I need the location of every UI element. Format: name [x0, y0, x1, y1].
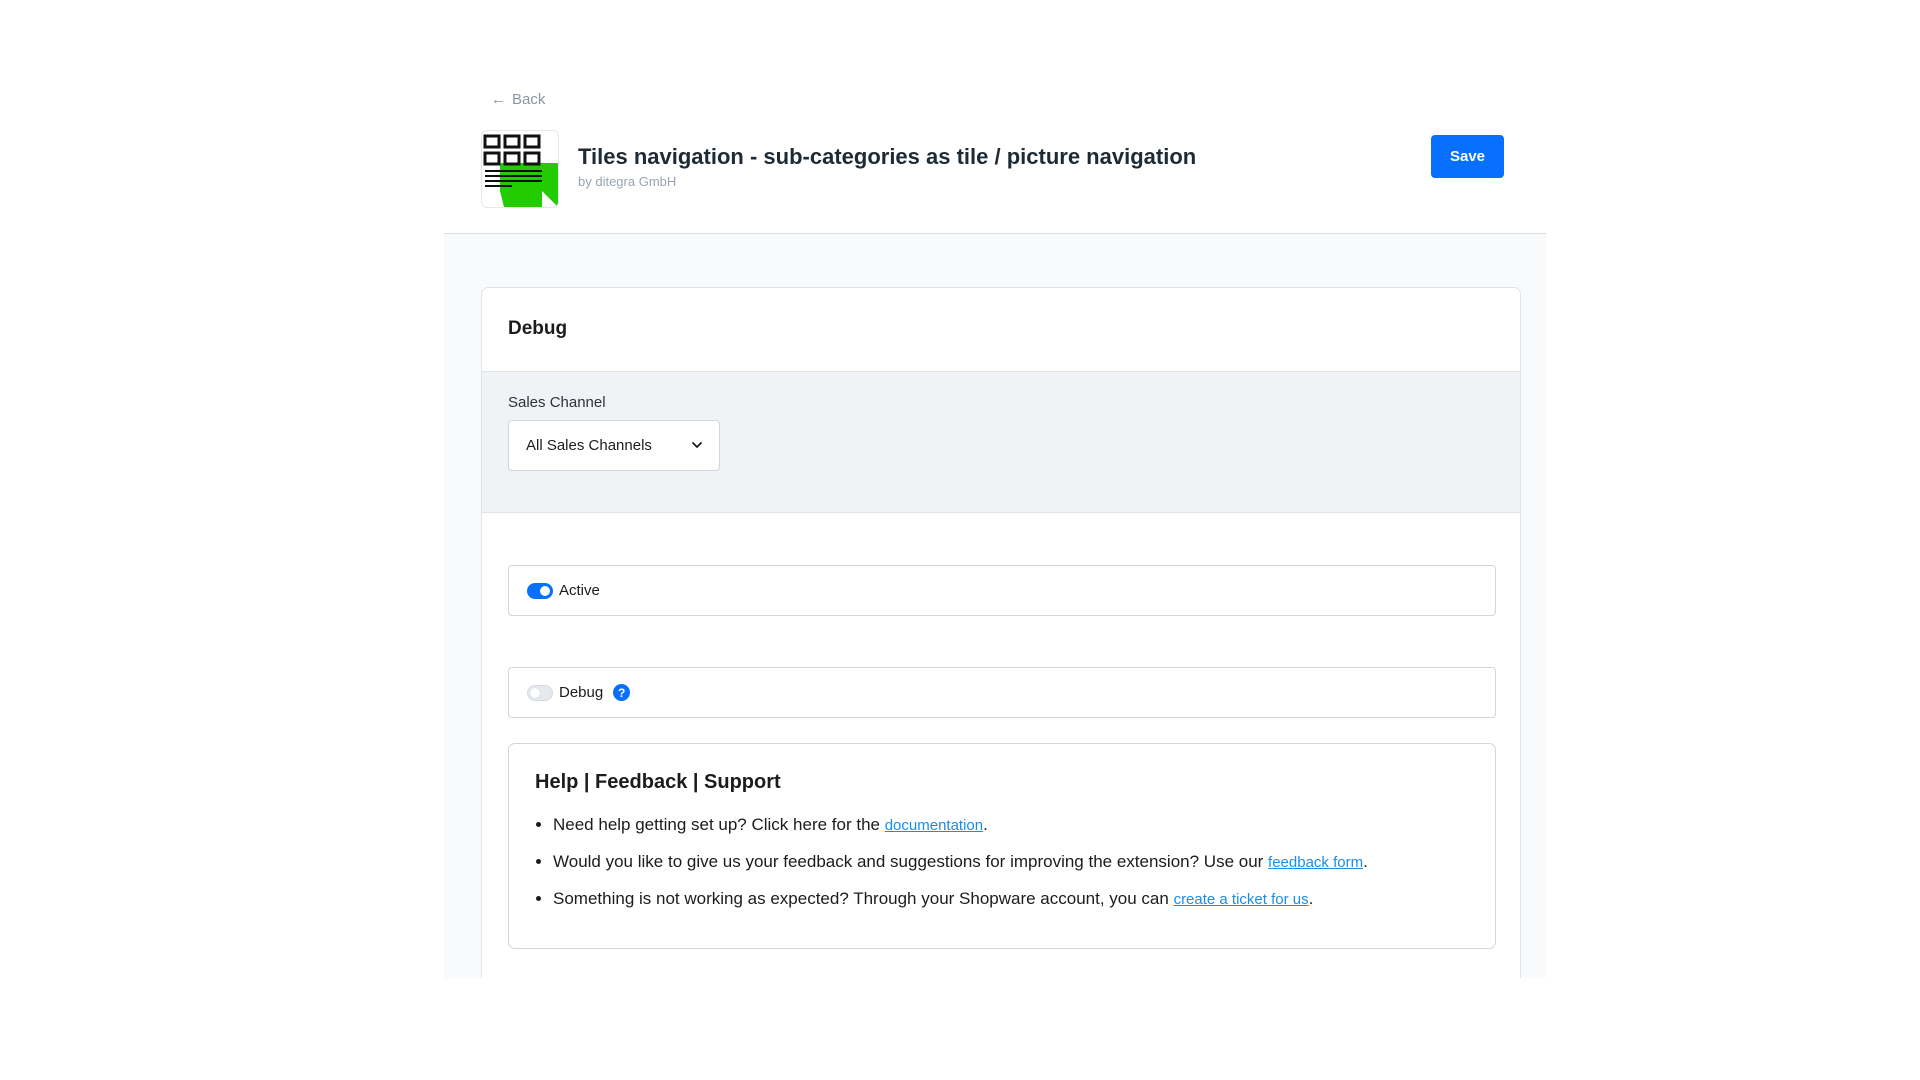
- toggle-knob: [540, 585, 550, 596]
- help-title: Help | Feedback | Support: [535, 771, 781, 793]
- save-button[interactable]: Save: [1431, 135, 1504, 178]
- list-item: Would you like to give us your feedback …: [553, 851, 1368, 874]
- sales-channel-label: Sales Channel: [508, 394, 606, 411]
- active-field: Active: [508, 565, 1496, 616]
- active-label: Active: [559, 582, 600, 599]
- list-item: Something is not working as expected? Th…: [553, 888, 1368, 911]
- debug-field: Debug ?: [508, 667, 1496, 718]
- sales-channel-selected-value: All Sales Channels: [526, 437, 652, 454]
- question-circle-icon[interactable]: ?: [613, 684, 631, 701]
- documentation-link[interactable]: documentation: [885, 817, 983, 834]
- help-item-suffix: .: [1308, 889, 1314, 908]
- back-link[interactable]: ← Back: [491, 91, 545, 108]
- tiles-grid-logo: [483, 134, 558, 207]
- extension-title: Tiles navigation - sub-categories as til…: [578, 144, 1197, 169]
- create-ticket-link[interactable]: create a ticket for us: [1174, 891, 1309, 908]
- extension-header: Tiles navigation - sub-categories as til…: [481, 130, 1528, 208]
- debug-label: Debug: [559, 684, 604, 701]
- toggle-knob: [530, 687, 540, 698]
- help-item-text: Would you like to give us your feedback …: [553, 852, 1269, 871]
- list-item: Need help getting set up? Click here for…: [553, 814, 1368, 837]
- debug-settings-card: Debug Sales Channel All Sales Channels A…: [481, 287, 1521, 978]
- help-item-suffix: .: [1363, 852, 1368, 871]
- active-toggle[interactable]: [527, 582, 553, 599]
- card-title: Debug: [508, 318, 568, 339]
- help-feedback-support-box: Help | Feedback | Support Need help gett…: [508, 743, 1496, 949]
- help-item-text: Need help getting set up? Click here for…: [553, 815, 885, 834]
- settings-content-area: Debug Sales Channel All Sales Channels A…: [444, 233, 1546, 978]
- debug-toggle[interactable]: [527, 684, 553, 701]
- help-item-text: Something is not working as expected? Th…: [553, 889, 1174, 908]
- sales-channel-band: Sales Channel All Sales Channels: [482, 371, 1520, 513]
- help-item-suffix: .: [983, 815, 988, 834]
- help-list: Need help getting set up? Click here for…: [531, 814, 1368, 925]
- sales-channel-select[interactable]: All Sales Channels: [508, 420, 720, 471]
- extension-logo: [481, 130, 559, 208]
- arrow-left-icon: ←: [491, 91, 506, 108]
- feedback-form-link[interactable]: feedback form: [1268, 854, 1363, 871]
- chevron-down-icon: [692, 442, 702, 448]
- back-label: Back: [512, 91, 546, 108]
- extension-author: by ditegra GmbH: [578, 174, 677, 189]
